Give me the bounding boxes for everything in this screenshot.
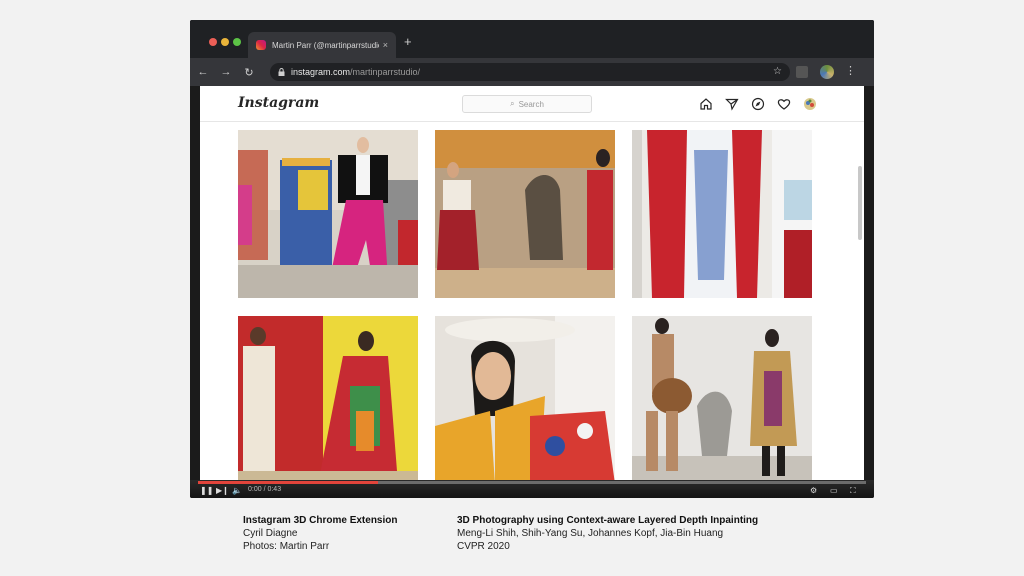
post-photo[interactable]: [632, 316, 812, 480]
maximize-window-button[interactable]: [233, 38, 241, 46]
forward-button[interactable]: →: [216, 66, 236, 78]
new-tab-button[interactable]: +: [404, 35, 412, 49]
video-progress-fill: [198, 481, 379, 484]
home-icon[interactable]: [698, 96, 714, 112]
browser-profile-avatar[interactable]: [820, 65, 834, 79]
theater-mode-icon[interactable]: ▭: [830, 486, 838, 496]
post-photo[interactable]: [632, 130, 812, 298]
caption-left-credit: Photos: Martin Parr: [243, 541, 330, 552]
post-photo[interactable]: [238, 130, 418, 298]
url-path: /martinparrstudio/: [350, 67, 421, 77]
search-input[interactable]: ⌕ Search: [462, 95, 592, 113]
instagram-header: Instagram ⌕ Search: [200, 86, 864, 122]
search-icon: ⌕: [510, 99, 515, 108]
video-frame[interactable]: Martin Parr (@martinparrstudio) × + ← → …: [190, 20, 874, 498]
page-scrollbar[interactable]: [858, 166, 862, 240]
video-time: 0:00 / 0:43: [248, 486, 282, 493]
post-photo[interactable]: [435, 130, 615, 298]
caption-right-authors: Meng-Li Shih, Shih-Yang Su, Johannes Kop…: [457, 528, 724, 539]
fullscreen-icon[interactable]: ⛶: [850, 486, 856, 496]
caption-left: Instagram 3D Chrome Extension Cyril Diag…: [243, 514, 397, 553]
lock-icon: [278, 68, 285, 76]
tab-close-icon[interactable]: ×: [383, 40, 388, 50]
caption-right-title: 3D Photography using Context-aware Layer…: [457, 515, 759, 526]
tab-title: Martin Parr (@martinparrstudio): [272, 40, 379, 50]
caption-left-title: Instagram 3D Chrome Extension: [243, 515, 398, 526]
video-controls: ❚❚ ▶❙ 🔈 0:00 / 0:43 ⚙ ▭ ⛶: [190, 480, 874, 498]
search-placeholder: Search: [518, 99, 544, 109]
close-window-button[interactable]: [209, 38, 217, 46]
profile-icon[interactable]: [802, 96, 818, 112]
browser-tab-bar: Martin Parr (@martinparrstudio) × +: [190, 20, 874, 60]
reload-button[interactable]: ↻: [239, 66, 259, 79]
instagram-nav-icons: [698, 96, 818, 112]
caption-left-author: Cyril Diagne: [243, 528, 298, 539]
bookmark-star-icon[interactable]: ☆: [773, 66, 782, 77]
instagram-page: Instagram ⌕ Search: [200, 86, 864, 480]
next-icon[interactable]: ▶❙: [216, 486, 229, 496]
pause-icon[interactable]: ❚❚: [200, 486, 213, 496]
caption-right: 3D Photography using Context-aware Layer…: [457, 514, 758, 553]
browser-tab-instagram[interactable]: Martin Parr (@martinparrstudio) ×: [248, 32, 396, 58]
url-host: instagram.com: [291, 67, 351, 77]
video-progress-bar[interactable]: [198, 481, 866, 484]
direct-icon[interactable]: [724, 96, 740, 112]
volume-icon[interactable]: 🔈: [232, 486, 242, 496]
minimize-window-button[interactable]: [221, 38, 229, 46]
post-photo[interactable]: [238, 316, 418, 480]
instagram-favicon-icon: [256, 40, 266, 50]
explore-icon[interactable]: [750, 96, 766, 112]
post-photo[interactable]: [435, 316, 615, 480]
browser-toolbar: ← → ↻ instagram.com /martinparrstudio/ ☆…: [190, 58, 874, 86]
back-button[interactable]: ←: [193, 66, 213, 78]
extension-icon[interactable]: [796, 66, 808, 78]
address-bar[interactable]: instagram.com /martinparrstudio/ ☆: [270, 63, 790, 81]
heart-icon[interactable]: [776, 96, 792, 112]
caption-right-venue: CVPR 2020: [457, 541, 510, 552]
browser-menu-icon[interactable]: ⋮: [845, 64, 856, 77]
instagram-logo[interactable]: Instagram: [238, 95, 319, 111]
settings-icon[interactable]: ⚙: [810, 486, 817, 496]
